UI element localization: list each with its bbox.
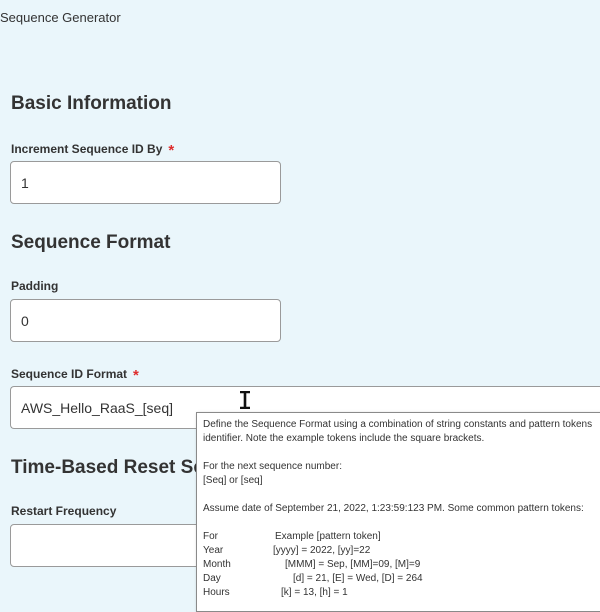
increment-sequence-label-text: Increment Sequence ID By (11, 142, 163, 156)
tooltip-next-label: For the next sequence number: (203, 461, 342, 472)
tooltip-next-value: [Seq] or [seq] (203, 475, 263, 486)
required-asterisk: * (133, 367, 139, 384)
sequence-id-format-label: Sequence ID Format * (11, 365, 139, 384)
tooltip-assume-text: Assume date of September 21, 2022, 1:23:… (203, 503, 584, 514)
tooltip-intro-line-2: identifier. Note the example tokens incl… (203, 433, 485, 444)
sequence-format-tooltip: Define the Sequence Format using a combi… (196, 412, 600, 612)
tooltip-row-value: [k] = 13, [h] = 1 (281, 587, 348, 598)
tooltip-row-key: Hours (203, 587, 230, 598)
tooltip-table-row: Day [d] = 21, [E] = Wed, [D] = 264 (203, 572, 600, 586)
padding-input[interactable] (10, 299, 281, 342)
time-based-reset-heading: Time-Based Reset Se (11, 457, 204, 478)
basic-information-heading: Basic Information (11, 93, 172, 114)
app-title: Sequence Generator (0, 10, 121, 25)
sequence-id-format-label-text: Sequence ID Format (11, 367, 128, 381)
tooltip-table-header: For Example [pattern token] (203, 530, 600, 544)
tooltip-table-row: Month [MMM] = Sep, [MM]=09, [M]=9 (203, 558, 600, 572)
tooltip-table-row: Year [yyyy] = 2022, [yy]=22 (203, 544, 600, 558)
increment-sequence-input[interactable] (10, 161, 281, 204)
tooltip-table-row: Hours [k] = 13, [h] = 1 (203, 586, 600, 600)
tooltip-row-value: [d] = 21, [E] = Wed, [D] = 264 (293, 573, 423, 584)
padding-label: Padding (11, 279, 59, 293)
tooltip-table-header-key: For (203, 531, 218, 542)
sequence-format-heading: Sequence Format (11, 232, 171, 253)
text-cursor-icon (240, 391, 250, 409)
restart-frequency-label: Restart Frequency (11, 504, 117, 518)
tooltip-row-key: Month (203, 559, 231, 570)
tooltip-row-key: Year (203, 545, 224, 556)
tooltip-table-header-value: Example [pattern token] (275, 531, 381, 542)
tooltip-row-value: [MMM] = Sep, [MM]=09, [M]=9 (285, 559, 421, 570)
tooltip-intro-line-1: Define the Sequence Format using a combi… (203, 419, 593, 430)
tooltip-row-value: [yyyy] = 2022, [yy]=22 (273, 545, 371, 556)
tooltip-row-key: Day (203, 573, 221, 584)
required-asterisk: * (168, 142, 175, 159)
increment-sequence-label: Increment Sequence ID By * (11, 140, 175, 159)
